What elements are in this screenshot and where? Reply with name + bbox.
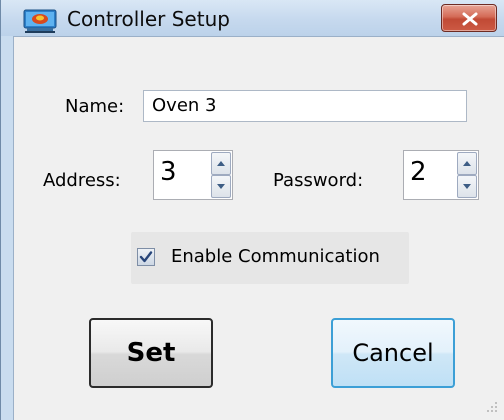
arrow-down-icon (217, 184, 225, 189)
address-spin-down-button[interactable] (211, 175, 231, 198)
controller-app-icon (23, 8, 57, 34)
password-label: Password: (273, 170, 364, 191)
checkmark-icon (139, 251, 153, 263)
window-title: Controller Setup (67, 7, 230, 31)
address-label: Address: (43, 170, 121, 191)
name-label: Name: (65, 96, 125, 117)
name-input[interactable]: Oven 3 (143, 90, 467, 122)
arrow-up-icon (463, 161, 471, 166)
enable-communication-label[interactable]: Enable Communication (171, 246, 380, 267)
address-spin-up-button[interactable] (211, 152, 231, 175)
password-spin-up-button[interactable] (457, 152, 477, 175)
address-spinner[interactable]: 3 (153, 150, 233, 200)
password-spin-down-button[interactable] (457, 175, 477, 198)
close-icon (462, 12, 478, 26)
title-bar[interactable]: Controller Setup (1, 0, 504, 36)
arrow-down-icon (463, 184, 471, 189)
address-value: 3 (160, 157, 177, 187)
password-value: 2 (410, 157, 427, 187)
set-button[interactable]: Set (89, 318, 213, 388)
enable-communication-checkbox[interactable] (137, 248, 155, 266)
close-button[interactable] (441, 4, 497, 32)
cancel-button[interactable]: Cancel (331, 318, 455, 388)
controller-setup-window: Controller Setup Name: Oven 3 Address: 3… (0, 0, 504, 420)
resize-grip-icon[interactable] (483, 398, 499, 414)
arrow-up-icon (217, 161, 225, 166)
password-spinner[interactable]: 2 (403, 150, 479, 200)
